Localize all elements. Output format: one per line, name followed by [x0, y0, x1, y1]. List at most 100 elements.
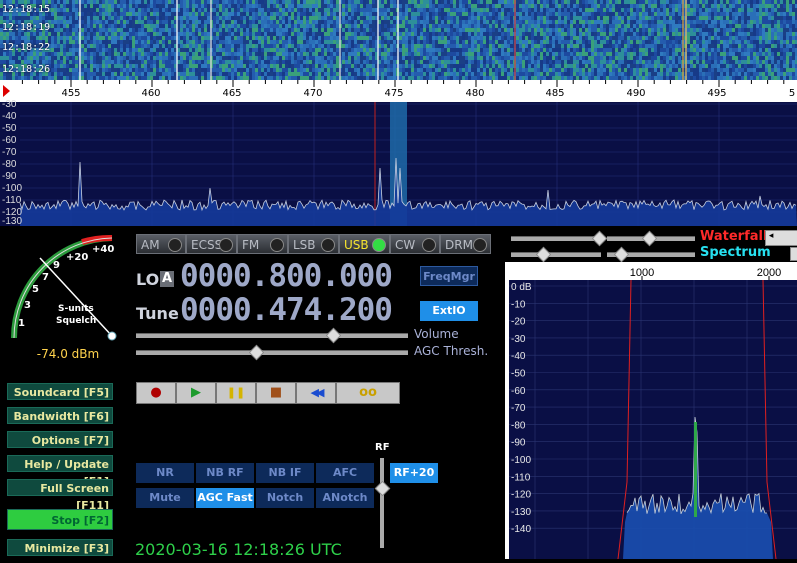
smeter-scale-label: 3: [24, 300, 31, 311]
zoom-db-label: -20: [511, 317, 526, 328]
rf-gain-slider-thumb[interactable]: [374, 480, 391, 497]
slider-thumb[interactable]: [591, 230, 608, 247]
zoom-db-label: -140: [511, 524, 531, 535]
spectrum-db-label: -90: [2, 171, 17, 182]
mode-label: DRM: [445, 238, 473, 252]
waterfall-time: 12:18:15: [2, 4, 51, 15]
freq-manager-button[interactable]: FreqMgr: [420, 266, 478, 286]
lo-label: LO: [136, 270, 160, 289]
mode-led-icon: [219, 238, 233, 252]
mode-drm-button[interactable]: DRM: [440, 234, 491, 254]
spectrum-contrast-slider[interactable]: [511, 252, 601, 257]
soundcard-button[interactable]: Soundcard [F5]: [7, 383, 113, 400]
waterfall-time: 12:18:26: [2, 64, 51, 75]
rf-plus20-button[interactable]: RF+20: [390, 463, 438, 483]
mode-lsb-button[interactable]: LSB: [288, 234, 339, 254]
volume-slider-thumb[interactable]: [325, 327, 342, 344]
mode-label: USB: [344, 238, 369, 252]
zoom-db-label: -80: [511, 420, 526, 431]
agc-fast-button[interactable]: AGC Fast: [196, 488, 254, 508]
slider-thumb[interactable]: [535, 246, 552, 263]
rf-gain-label: RF: [375, 442, 390, 453]
nb-if-button[interactable]: NB IF: [256, 463, 314, 483]
mode-usb-button[interactable]: USB: [339, 234, 390, 254]
smeter-scale-label: 5: [32, 284, 39, 295]
mode-label: AM: [141, 238, 160, 252]
spectrum-display[interactable]: -30 -40 -50 -60 -70 -80 -90 -100 -110 -1…: [0, 99, 797, 227]
tune-frequency-display[interactable]: 0000.474.200: [180, 292, 393, 328]
mute-button[interactable]: Mute: [136, 488, 194, 508]
nb-rf-button[interactable]: NB RF: [196, 463, 254, 483]
nr-button[interactable]: NR: [136, 463, 194, 483]
date-time-readout: 2020-03-16 12:18:26 UTC: [135, 540, 342, 559]
spectrum-db-label: -110: [2, 195, 22, 206]
signal-level-readout: -74.0 dBm: [36, 347, 100, 361]
bandwidth-button[interactable]: Bandwidth [F6]: [7, 407, 113, 424]
spectrum-db-label: -60: [2, 135, 17, 146]
scroll-handle[interactable]: [790, 247, 797, 261]
slider-thumb[interactable]: [641, 230, 658, 247]
play-button[interactable]: ▶: [176, 382, 216, 404]
zoom-db-label: -10: [511, 299, 526, 310]
s-meter[interactable]: 1 3 5 7 9 +20 +40 S-units Squelch: [0, 226, 130, 366]
tune-label: Tune: [136, 304, 179, 323]
freq-tick-label: 495: [707, 88, 727, 99]
lo-bank-badge[interactable]: A: [160, 271, 174, 287]
zoom-db-label: -30: [511, 334, 526, 345]
help-update-button[interactable]: Help / Update [F1]: [7, 455, 113, 488]
zoom-db-label: -100: [511, 455, 531, 466]
waterfall-label: Waterfall: [700, 229, 768, 244]
zoom-db-label: -40: [511, 351, 526, 362]
volume-slider[interactable]: [136, 333, 408, 338]
smeter-squelch-label: Squelch: [56, 316, 97, 326]
slider-thumb[interactable]: [613, 246, 630, 263]
anotch-button[interactable]: ANotch: [316, 488, 374, 508]
rewind-button[interactable]: ◀◀: [296, 382, 336, 404]
display-settings-panel: Waterfall ◂ Spectrum: [507, 228, 797, 264]
mode-fm-button[interactable]: FM: [237, 234, 288, 254]
stop-playback-button[interactable]: ■: [256, 382, 296, 404]
freq-tick-label: 475: [384, 88, 404, 99]
spectrum-db-label: -30: [2, 99, 17, 110]
frequency-axis[interactable]: 455 460 465 470 475 480 485 490 495 5: [0, 80, 797, 102]
mode-ecss-button[interactable]: ECSS: [186, 234, 237, 254]
audio-spectrum-display[interactable]: 1000 2000 0 dB -10 -20 -30 -40 -50 -60 -70 -80 -90-…: [505, 262, 797, 560]
minimize-button[interactable]: Minimize [F3]: [7, 539, 113, 556]
agc-threshold-label: AGC Thresh.: [414, 344, 489, 358]
mode-led-icon: [372, 238, 386, 252]
pause-button[interactable]: ❚❚: [216, 382, 256, 404]
mode-label: LSB: [293, 238, 316, 252]
freq-tick-label: 460: [141, 88, 161, 99]
zoom-db-label: -90: [511, 438, 526, 449]
agc-threshold-slider[interactable]: [136, 350, 408, 355]
mode-label: CW: [395, 238, 416, 252]
spectrum-db-label: -100: [2, 183, 23, 194]
freq-tick-label: 455: [61, 88, 81, 99]
stop-button[interactable]: Stop [F2]: [7, 509, 113, 530]
mode-cw-button[interactable]: CW: [390, 234, 440, 254]
extio-button[interactable]: ExtIO: [420, 301, 478, 321]
spectrum-db-label: -70: [2, 147, 17, 158]
freq-tick-label: 470: [303, 88, 323, 99]
waterfall-contrast-slider[interactable]: [511, 236, 601, 241]
options-button[interactable]: Options [F7]: [7, 431, 113, 448]
agc-threshold-slider-thumb[interactable]: [248, 344, 265, 361]
waterfall-time: 12:18:19: [2, 22, 51, 33]
record-button[interactable]: ●: [136, 382, 176, 404]
mode-am-button[interactable]: AM: [136, 234, 186, 254]
afc-button[interactable]: AFC: [316, 463, 374, 483]
full-screen-button[interactable]: Full Screen [F11]: [7, 479, 113, 512]
freq-tick-label: 490: [626, 88, 646, 99]
smeter-scale-label: 7: [42, 272, 49, 283]
lo-frequency-display[interactable]: 0000.800.000: [180, 258, 393, 294]
loop-button[interactable]: oo: [336, 382, 400, 404]
smeter-scale-label: 9: [53, 260, 60, 271]
freq-tick-label: 5: [788, 88, 796, 99]
rf-gain-slider[interactable]: [380, 458, 384, 548]
freq-tick-label: 480: [465, 88, 485, 99]
notch-button[interactable]: Notch: [256, 488, 314, 508]
waterfall-display[interactable]: 12:18:15 12:18:19 12:18:22 12:18:26: [0, 0, 797, 80]
scroll-left-icon[interactable]: ◂: [765, 230, 797, 246]
mode-label: ECSS: [191, 238, 223, 252]
spectrum-db-label: -50: [2, 123, 17, 134]
